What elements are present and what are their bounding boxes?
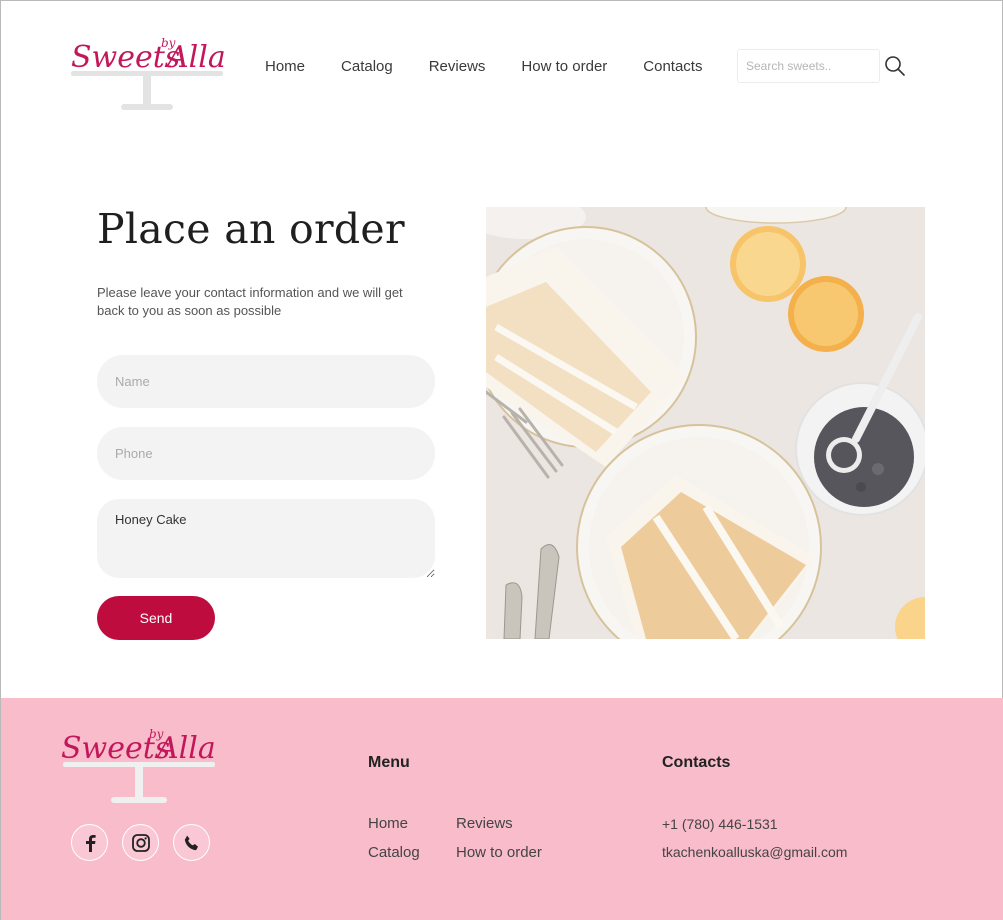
instagram-icon [131,833,150,852]
footer-link-home[interactable]: Home [368,815,408,832]
footer-logo[interactable]: Sweets by Alla [57,720,227,810]
facebook-link[interactable] [71,824,108,861]
footer-link-how-to-order[interactable]: How to order [456,844,542,861]
instagram-link[interactable] [122,824,159,861]
page-title: Place an order [97,205,405,253]
site-header: Sweets by Alla Home Catalog Reviews How … [1,1,1003,141]
site-footer: Sweets by Alla Menu Home Reviews Catalog… [1,698,1003,920]
facebook-icon [85,834,96,852]
nav-how-to-order[interactable]: How to order [521,58,607,75]
site-logo[interactable]: Sweets by Alla [65,29,235,119]
cake-stand-logo-icon: Sweets by Alla [61,727,216,803]
nav-contacts[interactable]: Contacts [643,58,702,75]
cake-slices-image [486,207,925,639]
phone-field[interactable] [97,427,435,480]
search-input[interactable] [737,49,880,83]
svg-text:Alla: Alla [164,40,226,75]
phone-link[interactable] [173,824,210,861]
nav-reviews[interactable]: Reviews [429,58,486,75]
nav-catalog[interactable]: Catalog [341,58,393,75]
cake-photo [486,207,925,639]
phone-icon [184,835,198,850]
cake-stand-logo-icon: Sweets by Alla [71,36,226,110]
footer-phone[interactable]: +1 (780) 446-1531 [662,816,778,832]
search-button[interactable] [883,55,907,79]
footer-menu-heading: Menu [368,754,410,771]
order-message-field[interactable]: Honey Cake [97,499,435,578]
footer-contacts-heading: Contacts [662,754,731,771]
footer-email[interactable]: tkachenkoalluska@gmail.com [662,844,847,860]
page-subtitle: Please leave your contact information an… [97,285,403,318]
nav-home[interactable]: Home [265,58,305,75]
name-field[interactable] [97,355,435,408]
main-nav: Home Catalog Reviews How to order Contac… [265,58,738,75]
send-button[interactable]: Send [97,596,215,640]
footer-link-catalog[interactable]: Catalog [368,844,420,861]
social-links [71,824,210,861]
footer-link-reviews[interactable]: Reviews [456,815,513,832]
svg-text:Alla: Alla [154,731,216,766]
search-icon [885,56,905,76]
